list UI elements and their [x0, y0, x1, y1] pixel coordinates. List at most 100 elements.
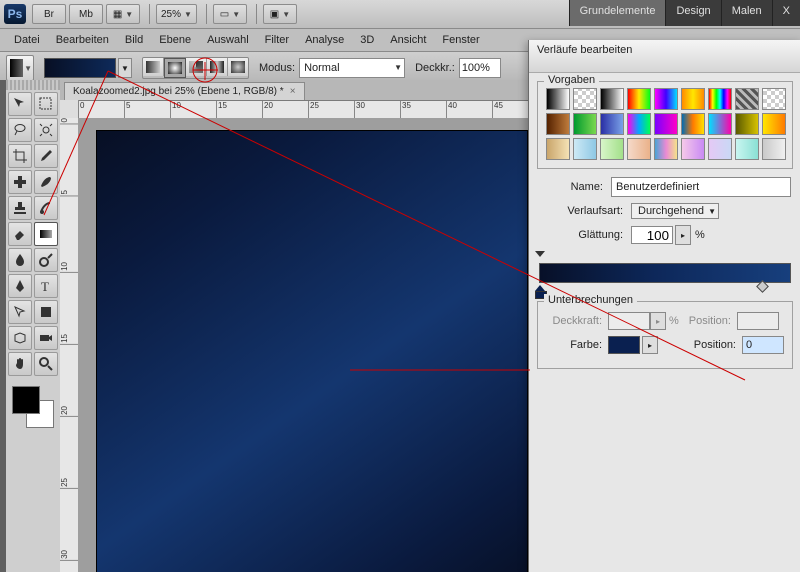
gradient-ramp-editor[interactable] — [539, 253, 791, 293]
hand-tool[interactable] — [8, 352, 32, 376]
move-tool[interactable] — [8, 92, 32, 116]
gradient-editor-dialog: Verläufe bearbeiten Vorgaben Name: Benut… — [528, 40, 800, 572]
preset-swatch[interactable] — [735, 113, 759, 135]
foreground-color-swatch[interactable] — [12, 386, 40, 414]
menu-3d[interactable]: 3D — [352, 31, 382, 49]
path-select-tool[interactable] — [8, 300, 32, 324]
preset-swatch[interactable] — [600, 113, 624, 135]
stop-color-picker-button[interactable]: ▸ — [642, 336, 658, 354]
stop-color-swatch[interactable] — [608, 336, 640, 354]
preset-swatch[interactable] — [573, 113, 597, 135]
quickselect-tool[interactable] — [34, 118, 58, 142]
preset-swatch[interactable] — [546, 113, 570, 135]
viewmode-button[interactable]: ▦▼ — [106, 4, 140, 24]
close-tab-icon[interactable]: × — [290, 86, 296, 97]
preset-swatch[interactable] — [762, 88, 786, 110]
gradient-radial-button[interactable] — [164, 58, 186, 78]
dodge-tool[interactable] — [34, 248, 58, 272]
preset-swatch[interactable] — [708, 138, 732, 160]
preset-swatch[interactable] — [708, 113, 732, 135]
gradient-tool[interactable] — [34, 222, 58, 246]
gradient-picker-dropdown[interactable]: ▼ — [118, 58, 132, 78]
marquee-tool[interactable] — [34, 92, 58, 116]
brush-tool[interactable] — [34, 170, 58, 194]
menu-fenster[interactable]: Fenster — [434, 31, 487, 49]
preset-swatch[interactable] — [708, 88, 732, 110]
pen-tool[interactable] — [8, 274, 32, 298]
menu-datei[interactable]: Datei — [6, 31, 48, 49]
stamp-tool[interactable] — [8, 196, 32, 220]
ruler-tick: 10 — [170, 101, 181, 119]
shape-tool[interactable] — [34, 300, 58, 324]
smoothness-stepper[interactable]: ▸ — [675, 225, 691, 245]
preset-swatch[interactable] — [627, 88, 651, 110]
preset-swatch[interactable] — [735, 138, 759, 160]
stop-position-input-2[interactable]: 0 — [742, 336, 784, 354]
workspace-tab-more[interactable]: X — [772, 0, 800, 26]
opacity-input[interactable]: 100% — [459, 58, 501, 78]
menu-ebene[interactable]: Ebene — [151, 31, 199, 49]
menu-filter[interactable]: Filter — [257, 31, 297, 49]
menu-auswahl[interactable]: Auswahl — [199, 31, 257, 49]
screen-mode-button[interactable]: ▣▼ — [263, 4, 297, 24]
preset-swatch[interactable] — [654, 138, 678, 160]
gradient-ramp[interactable] — [539, 263, 791, 283]
opacity-stop[interactable] — [535, 251, 545, 261]
crop-tool[interactable] — [8, 144, 32, 168]
tool-preset-picker[interactable]: ▼ — [6, 55, 34, 81]
gradient-name-input[interactable]: Benutzerdefiniert — [611, 177, 791, 197]
3d-camera-tool[interactable] — [34, 326, 58, 350]
gradient-linear-button[interactable] — [143, 58, 164, 76]
gradient-angle-button[interactable] — [186, 58, 207, 76]
document-tab[interactable]: Koalazoomed2.jpg bei 25% (Ebene 1, RGB/8… — [64, 82, 305, 100]
minibridge-button[interactable]: Mb — [69, 4, 103, 24]
name-label: Name: — [539, 181, 603, 193]
gradient-type-label: Verlaufsart: — [559, 205, 623, 217]
preset-swatch[interactable] — [681, 138, 705, 160]
color-swatches — [6, 382, 60, 430]
ruler-origin[interactable] — [60, 100, 79, 119]
preset-swatch[interactable] — [681, 113, 705, 135]
preset-swatch[interactable] — [654, 88, 678, 110]
eraser-tool[interactable] — [8, 222, 32, 246]
lasso-tool[interactable] — [8, 118, 32, 142]
zoom-level-dropdown[interactable]: 25%▼ — [156, 4, 197, 24]
blur-tool[interactable] — [8, 248, 32, 272]
bridge-button[interactable]: Br — [32, 4, 66, 24]
workspace-tab-design[interactable]: Design — [665, 0, 720, 26]
workspace-tab-malen[interactable]: Malen — [721, 0, 772, 26]
tools-panel-grip[interactable] — [6, 80, 60, 90]
blend-mode-combo[interactable]: Normal▼ — [299, 58, 405, 78]
preset-swatch[interactable] — [600, 88, 624, 110]
preset-swatch[interactable] — [627, 113, 651, 135]
gradient-type-combo[interactable]: Durchgehend▼ — [631, 203, 719, 219]
preset-swatch[interactable] — [573, 88, 597, 110]
separator — [206, 4, 207, 24]
preset-swatch[interactable] — [762, 113, 786, 135]
eyedropper-tool[interactable] — [34, 144, 58, 168]
smoothness-input[interactable] — [631, 226, 673, 244]
3d-object-tool[interactable] — [8, 326, 32, 350]
menu-bild[interactable]: Bild — [117, 31, 151, 49]
type-tool[interactable]: T — [34, 274, 58, 298]
arrange-docs-button[interactable]: ▭▼ — [213, 4, 247, 24]
menu-analyse[interactable]: Analyse — [297, 31, 352, 49]
preset-swatch[interactable] — [627, 138, 651, 160]
gradient-preview[interactable] — [44, 58, 116, 78]
preset-swatch[interactable] — [546, 138, 570, 160]
workspace-tab-grundelemente[interactable]: Grundelemente — [569, 0, 666, 26]
preset-swatch[interactable] — [654, 113, 678, 135]
healing-tool[interactable] — [8, 170, 32, 194]
zoom-tool[interactable] — [34, 352, 58, 376]
preset-swatch[interactable] — [681, 88, 705, 110]
preset-swatch[interactable] — [546, 88, 570, 110]
preset-swatch[interactable] — [762, 138, 786, 160]
menu-bearbeiten[interactable]: Bearbeiten — [48, 31, 117, 49]
gradient-reflected-button[interactable] — [207, 58, 228, 76]
preset-swatch[interactable] — [600, 138, 624, 160]
history-brush-tool[interactable] — [34, 196, 58, 220]
preset-swatch[interactable] — [573, 138, 597, 160]
menu-ansicht[interactable]: Ansicht — [382, 31, 434, 49]
preset-swatch[interactable] — [735, 88, 759, 110]
gradient-diamond-button[interactable] — [228, 58, 248, 76]
